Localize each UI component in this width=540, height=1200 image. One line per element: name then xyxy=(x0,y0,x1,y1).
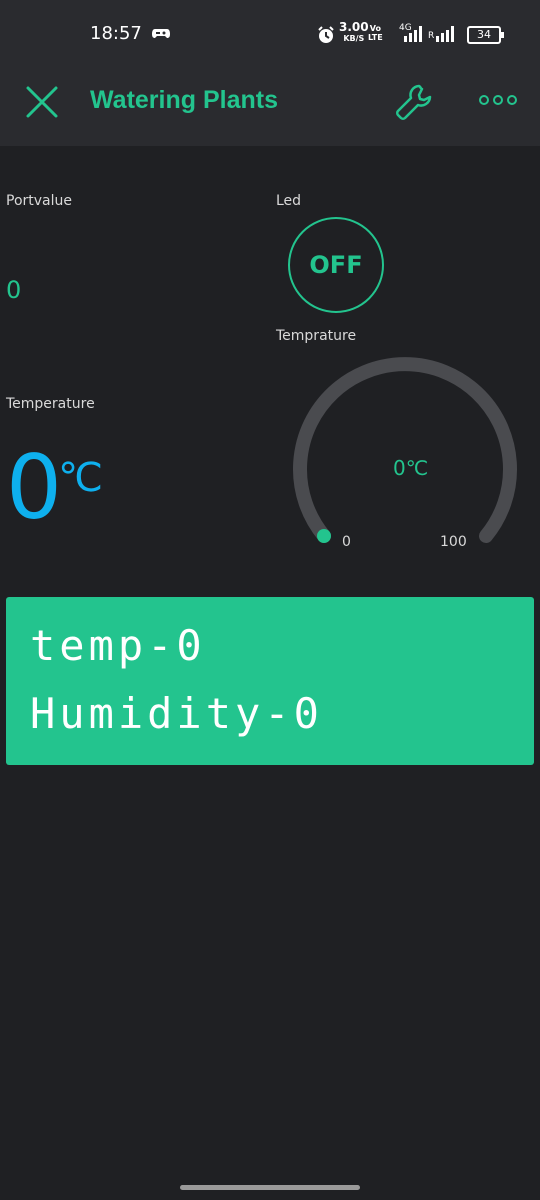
gauge-track xyxy=(293,357,517,543)
page-title: Watering Plants xyxy=(90,86,278,114)
more-button[interactable] xyxy=(476,88,520,112)
signal-icon-2 xyxy=(436,26,458,42)
more-icon xyxy=(479,95,517,105)
lcd-line-1: temp-0 xyxy=(30,621,206,670)
app-bar: Watering Plants xyxy=(0,68,540,146)
temperature-label: Temperature xyxy=(6,396,95,412)
portvalue-label: Portvalue xyxy=(6,193,72,209)
close-icon xyxy=(26,86,58,118)
settings-button[interactable] xyxy=(392,80,436,124)
temperature-value: 0 xyxy=(6,436,62,539)
gauge-indicator xyxy=(317,529,331,543)
roaming-label: R xyxy=(428,31,435,41)
gauge-max: 100 xyxy=(440,534,467,550)
close-button[interactable] xyxy=(22,82,62,122)
portvalue-display: 0 xyxy=(6,276,22,304)
volte-label: Vo xyxy=(369,24,381,33)
net-speed: 3.00 KB/S xyxy=(339,20,369,44)
lcd-line-2: Humidity-0 xyxy=(30,689,323,738)
temperature-gauge xyxy=(293,357,517,543)
temperature-unit: ℃ xyxy=(58,455,103,501)
led-toggle-button[interactable]: OFF xyxy=(288,217,384,313)
led-label: Led xyxy=(276,193,302,209)
gauge-value: 0℃ xyxy=(393,456,429,480)
wrench-icon xyxy=(396,84,432,120)
volte-indicator: Vo LTE xyxy=(368,24,383,42)
signal-icon-1 xyxy=(404,26,426,42)
battery-icon: 34 xyxy=(467,26,504,44)
net-speed-unit: KB/S xyxy=(343,34,365,43)
status-time: 18:57 xyxy=(90,23,142,44)
game-controller-icon xyxy=(152,24,170,46)
status-bar: 18:57 3.00 KB/S Vo LTE 4G R 34 xyxy=(0,0,540,68)
lcd-display: temp-0 Humidity-0 xyxy=(6,597,534,765)
gauge-label: Temprature xyxy=(276,328,357,344)
lte-label: LTE xyxy=(368,33,383,42)
alarm-icon xyxy=(317,26,335,48)
home-indicator[interactable] xyxy=(180,1185,360,1190)
gauge-min: 0 xyxy=(342,534,351,550)
net-speed-value: 3.00 xyxy=(339,20,369,34)
